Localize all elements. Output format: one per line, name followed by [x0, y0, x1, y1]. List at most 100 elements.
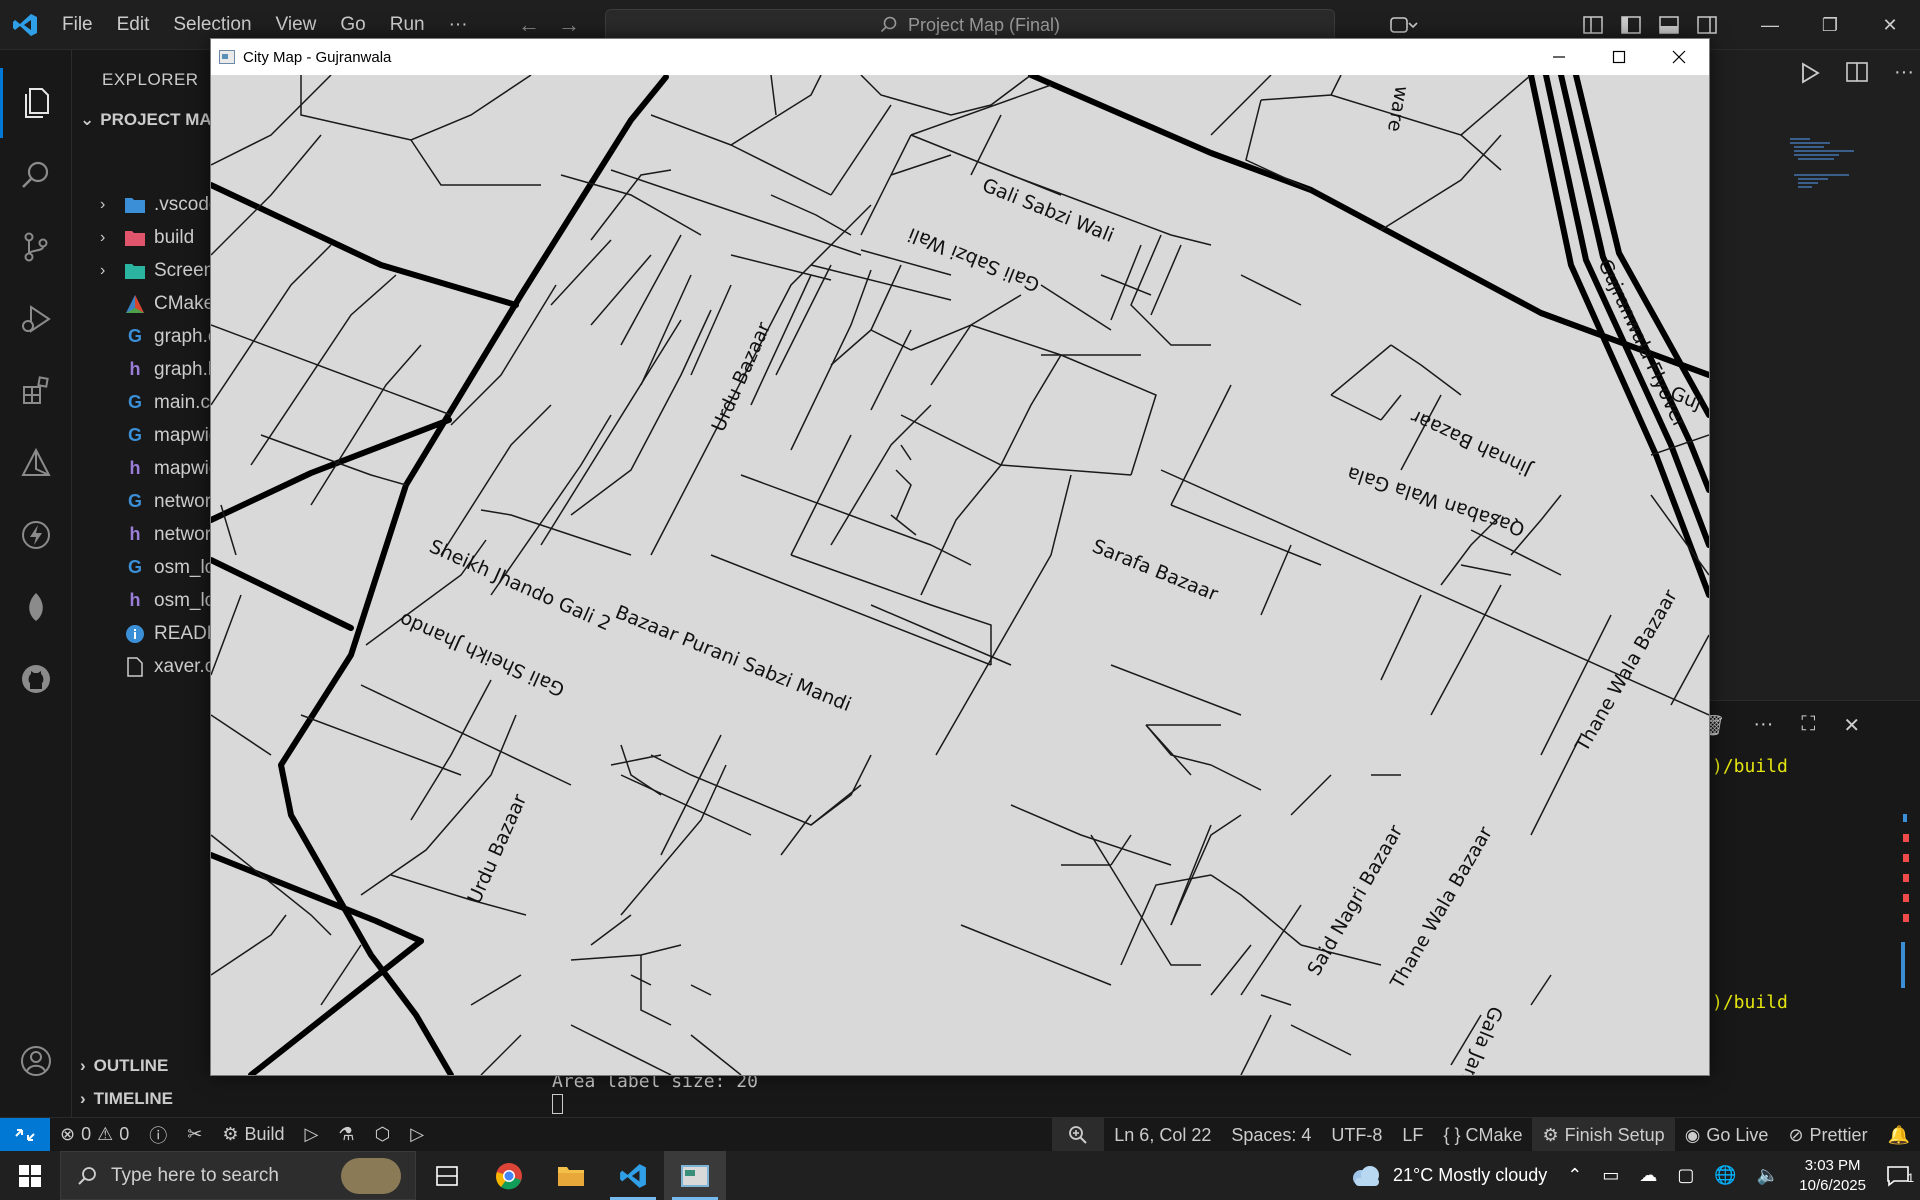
cpp-file-icon: G	[127, 425, 142, 445]
outline-section-header[interactable]: › OUTLINE	[80, 1056, 168, 1076]
menu-file[interactable]: File	[50, 14, 105, 36]
minimap[interactable]	[1790, 130, 1890, 220]
map-canvas[interactable]: Gali Sabzi Wali Gali Sabzi Wali Urdu Baz…	[211, 75, 1709, 1075]
street	[1530, 734, 1582, 836]
run-icon[interactable]	[1800, 62, 1820, 89]
network-globe-icon[interactable]: 🌐	[1704, 1165, 1746, 1186]
street	[1330, 394, 1382, 421]
extensions-icon[interactable]	[0, 356, 72, 426]
menu-run[interactable]: Run	[378, 14, 437, 36]
file-explorer-icon[interactable]	[540, 1151, 602, 1200]
street	[1210, 874, 1302, 946]
toggle-panel-icon[interactable]	[1650, 10, 1688, 40]
clock[interactable]: 3:03 PM 10/6/2025	[1789, 1156, 1876, 1196]
prettier-button[interactable]: ⊘ Prettier	[1778, 1125, 1877, 1146]
street	[870, 329, 912, 411]
split-editor-icon[interactable]	[1846, 62, 1868, 89]
cpp-file-icon: G	[127, 392, 142, 412]
timeline-section-header[interactable]: › TIMELINE	[80, 1089, 173, 1109]
device-icon[interactable]: ▢	[1667, 1165, 1704, 1186]
encoding[interactable]: UTF-8	[1321, 1125, 1392, 1146]
forward-arrow-icon[interactable]: →	[558, 12, 580, 38]
more-actions-icon[interactable]: ···	[1753, 713, 1773, 738]
close-panel-icon[interactable]: ✕	[1843, 713, 1860, 738]
setup-icon: ⚙	[1542, 1124, 1559, 1145]
maximize-panel-icon[interactable]: ⛶	[1801, 713, 1815, 738]
volume-icon[interactable]: 🔈	[1747, 1165, 1789, 1186]
map-maximize-button[interactable]	[1589, 39, 1649, 75]
tree-item-vscode[interactable]: › .vscode	[100, 188, 219, 221]
zoom-icon[interactable]	[1052, 1118, 1105, 1152]
weather-widget[interactable]: 21°C Mostly cloudy	[1339, 1164, 1557, 1188]
launch-play-icon[interactable]: ▷	[400, 1124, 434, 1145]
cloud-offline-icon[interactable]: ☁	[1629, 1165, 1667, 1186]
menu-go[interactable]: Go	[328, 14, 377, 36]
task-view-icon[interactable]	[416, 1151, 478, 1200]
map-window-titlebar[interactable]: City Map - Gujranwala	[211, 39, 1709, 75]
map-close-button[interactable]	[1649, 39, 1709, 75]
notification-center-icon[interactable]: 1	[1876, 1165, 1920, 1187]
lightning-icon[interactable]	[0, 500, 72, 570]
explorer-icon[interactable]	[0, 68, 72, 138]
account-icon[interactable]	[0, 1026, 72, 1096]
end-of-line[interactable]: LF	[1392, 1125, 1433, 1146]
taskbar-search-box[interactable]: Type here to search	[60, 1151, 416, 1200]
menu-selection[interactable]: Selection	[161, 14, 263, 36]
remote-indicator-icon[interactable]	[0, 1117, 50, 1152]
street	[211, 324, 452, 416]
finish-setup-button[interactable]: ⚙ Finish Setup	[1532, 1118, 1675, 1152]
github-icon[interactable]	[0, 644, 72, 714]
terminal-scrollbar[interactable]	[1900, 810, 1910, 1000]
vscode-restore-button[interactable]: ❐	[1800, 0, 1860, 50]
back-arrow-icon[interactable]: ←	[518, 12, 540, 38]
vscode-minimize-button[interactable]: —	[1740, 0, 1800, 50]
project-section-header[interactable]: ⌄ PROJECT MAP	[80, 110, 223, 130]
problems-indicator[interactable]: ⊗ 0 ⚠ 0	[50, 1124, 139, 1145]
city-map-window[interactable]: City Map - Gujranwala Gali Sabzi Wali Ga…	[210, 38, 1710, 1076]
go-live-button[interactable]: ◉ Go Live	[1675, 1125, 1779, 1146]
menu-more[interactable]: ···	[437, 14, 480, 36]
cmake-activity-icon[interactable]	[0, 428, 72, 498]
show-hidden-icons[interactable]: ⌃	[1557, 1165, 1592, 1186]
map-app-taskbar-icon[interactable]	[664, 1151, 726, 1200]
map-minimize-button[interactable]	[1529, 39, 1589, 75]
tree-item-build[interactable]: › build	[100, 221, 194, 254]
notifications-bell-icon[interactable]: 🔔	[1878, 1125, 1920, 1146]
street	[610, 169, 862, 256]
battery-icon[interactable]: ▭	[1592, 1165, 1629, 1186]
street	[410, 679, 492, 821]
copilot-icon[interactable]	[1374, 10, 1434, 40]
toggle-sidebar-icon[interactable]	[1612, 10, 1650, 40]
street	[1145, 724, 1212, 766]
cursor-position[interactable]: Ln 6, Col 22	[1104, 1125, 1221, 1146]
cmake-tools-icon[interactable]: ✂	[177, 1124, 212, 1145]
leaf-icon[interactable]	[0, 572, 72, 642]
menu-view[interactable]: View	[264, 14, 329, 36]
street	[1530, 974, 1552, 1006]
vscode-taskbar-icon[interactable]	[602, 1151, 664, 1200]
windows-start-icon[interactable]	[0, 1151, 60, 1200]
street-map[interactable]: Gali Sabzi Wali Gali Sabzi Wali Urdu Baz…	[211, 75, 1709, 1075]
street	[250, 274, 397, 466]
tree-item-graph-h[interactable]: h graph.h	[100, 353, 219, 386]
indentation[interactable]: Spaces: 4	[1221, 1125, 1321, 1146]
more-actions-icon[interactable]: ···	[1894, 62, 1914, 89]
info-status-icon[interactable]: ⓘ	[139, 1122, 177, 1148]
command-center[interactable]: Project Map (Final)	[605, 9, 1335, 41]
source-control-icon[interactable]	[0, 212, 72, 282]
language-mode[interactable]: { } CMake	[1433, 1125, 1532, 1146]
debug-play-icon[interactable]: ▷	[295, 1124, 329, 1145]
test-flask-icon[interactable]: ⚗	[328, 1124, 364, 1145]
header-file-icon: h	[129, 524, 141, 544]
go-live-label: Go Live	[1706, 1124, 1769, 1145]
customize-layout-icon[interactable]	[1574, 10, 1612, 40]
search-activity-icon[interactable]	[0, 140, 72, 210]
run-debug-icon[interactable]	[0, 284, 72, 354]
street	[590, 254, 652, 326]
menu-edit[interactable]: Edit	[105, 14, 162, 36]
package-icon[interactable]: ⬡	[365, 1124, 401, 1145]
toggle-secondary-sidebar-icon[interactable]	[1688, 10, 1726, 40]
build-button[interactable]: ⚙ Build	[212, 1124, 294, 1145]
vscode-close-button[interactable]: ✕	[1860, 0, 1920, 50]
chrome-icon[interactable]	[478, 1151, 540, 1200]
